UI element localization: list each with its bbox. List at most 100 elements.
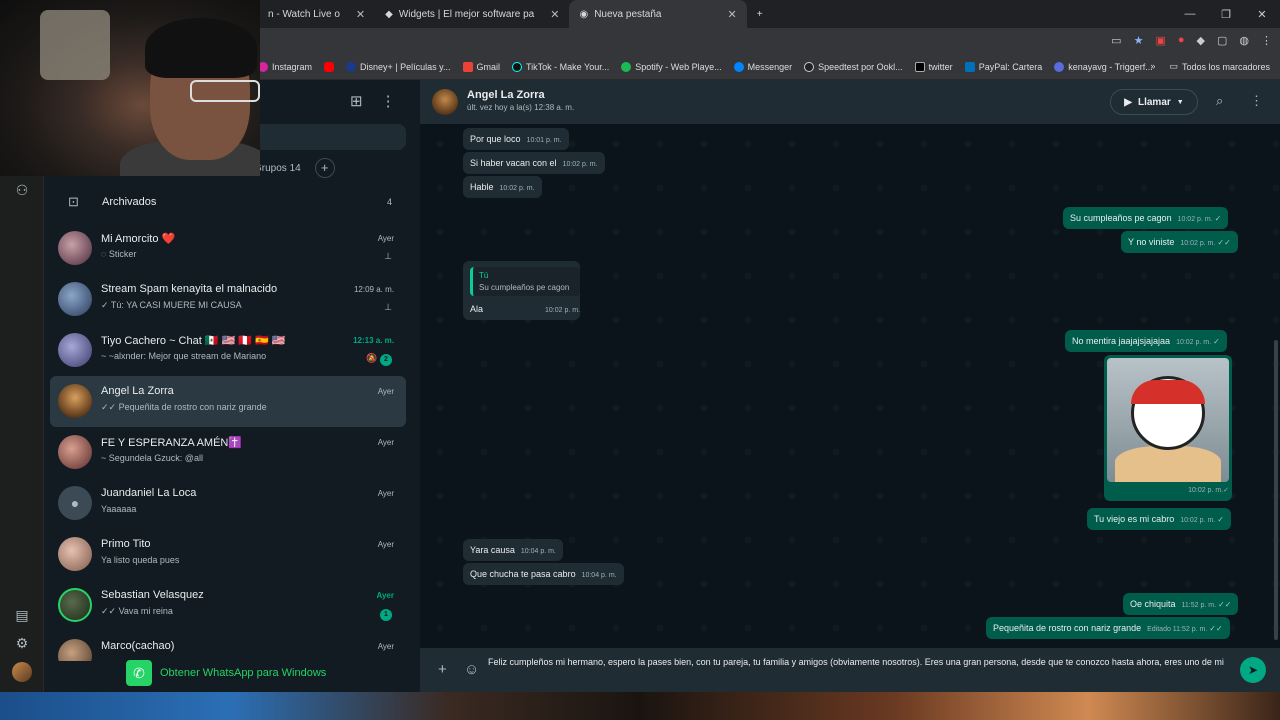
read-check-icon: ✓✓ — [1218, 600, 1232, 609]
message-time: 10:02 p. m. — [1177, 216, 1213, 223]
chip-groups[interactable]: Grupos 14 — [254, 163, 301, 174]
chat-name: FE Y ESPERANZA AMÉN✝️ — [101, 437, 243, 449]
chat-name: Marco(cachao) — [101, 640, 175, 652]
minimize-icon[interactable]: — — [1172, 8, 1208, 20]
menu-dots-icon[interactable]: ⋮ — [1250, 93, 1263, 109]
communities-icon[interactable]: ⚇ — [12, 180, 32, 200]
message-time: 10:02 p. m. — [1176, 339, 1212, 346]
sticker-message[interactable]: 10:02 p. m.✓ — [1104, 355, 1232, 501]
chat-preview: Yaaaaaa — [101, 504, 137, 514]
chat-list-item-active[interactable]: Angel La Zorra ✓✓ Pequeñita de rostro co… — [50, 376, 406, 427]
browser-tab[interactable]: n - Watch Live o ✕ — [258, 0, 375, 28]
message-composer: + ☺ Feliz cumpleños mi hermano, espero l… — [420, 648, 1280, 692]
emoji-icon[interactable]: ☺ — [464, 661, 479, 678]
message-input[interactable]: Feliz cumpleños mi hermano, espero la pa… — [488, 655, 1238, 670]
message-text: Pequeñita de rostro con nariz grande — [993, 623, 1142, 633]
message-time: Editado 11:52 p. m. — [1147, 626, 1208, 633]
avatar — [58, 282, 92, 316]
chat-name: Primo Tito — [101, 538, 151, 550]
message-text: Su cumpleaños pe cagon — [1070, 213, 1172, 223]
menu-dots-icon[interactable]: ⋮ — [1261, 34, 1272, 47]
bookmark-tiktok[interactable]: TikTok - Make Your... — [512, 61, 609, 72]
profile-icon[interactable]: ◍ — [1239, 34, 1249, 47]
message-incoming: Si haber vacan con el 10:02 p. m. — [463, 152, 605, 174]
bookmark-messenger[interactable]: Messenger — [733, 61, 792, 72]
browser-tab-active[interactable]: ◉ Nueva pestaña ✕ — [569, 0, 747, 28]
cast-icon[interactable]: ▭ — [1111, 34, 1121, 47]
quoted-message[interactable]: Tú Su cumpleaños pe cagon — [470, 267, 580, 296]
media-gallery-icon[interactable]: ▤ — [12, 605, 32, 625]
close-tab-icon[interactable]: ✕ — [727, 8, 736, 21]
bookmark-youtube[interactable] — [324, 61, 335, 72]
settings-gear-icon[interactable]: ⚙ — [12, 633, 32, 653]
chat-name: Stream Spam kenayita el malnacido — [101, 283, 278, 295]
star-icon[interactable]: ★ — [1134, 34, 1144, 47]
bookmark-twitter[interactable]: twitter — [914, 61, 953, 72]
message-incoming: Por que loco 10:01 p. m. — [463, 128, 569, 150]
bookmark-speedtest[interactable]: Speedtest por Ookl... — [804, 61, 903, 72]
pin-icon: ⊥ — [384, 302, 392, 312]
bookmark-kenayavg[interactable]: kenayavg - Triggerf... — [1054, 61, 1153, 72]
close-tab-icon[interactable]: ✕ — [356, 8, 365, 21]
chat-list-item[interactable]: Stream Spam kenayita el malnacido ✓ Tú: … — [50, 274, 406, 325]
attach-plus-icon[interactable]: + — [438, 661, 447, 678]
bookmark-instagram[interactable]: Instagram — [258, 61, 312, 72]
new-tab-button[interactable]: + — [747, 0, 773, 28]
chat-preview: ~ ~alxnder: Mejor que stream de Mariano — [101, 351, 267, 361]
chat-time: Ayer — [377, 387, 394, 396]
browser-tab[interactable]: ◆ Widgets | El mejor software pa ✕ — [375, 0, 569, 28]
menu-dots-icon[interactable]: ⋮ — [381, 92, 396, 110]
new-chat-icon[interactable]: ⊞ — [350, 92, 363, 110]
extension-icon[interactable]: ● — [1178, 34, 1185, 47]
gmail-icon — [462, 61, 473, 72]
bookmark-disney[interactable]: Disney+ | Películas y... — [346, 61, 451, 72]
sticker-helmet — [1131, 380, 1205, 404]
pin-icon: ⊥ — [384, 251, 392, 261]
chat-list-item[interactable]: Primo Tito Ya listo queda pues Ayer — [50, 529, 406, 580]
chat-name: Juandaniel La Loca — [101, 487, 197, 499]
archived-row[interactable]: ⊡ Archivados 4 — [44, 183, 420, 221]
puzzle-icon[interactable]: ▢ — [1217, 34, 1227, 47]
chat-list-item[interactable]: Tiyo Cachero ~ Chat 🇲🇽 🇺🇸 🇵🇪 🇪🇸 🇺🇸 ~ ~al… — [50, 325, 406, 376]
send-button[interactable]: ➤ — [1240, 657, 1266, 683]
chat-time: 12:09 a. m. — [353, 285, 394, 294]
conversation-scrollbar[interactable] — [1274, 340, 1278, 640]
chat-list-item[interactable]: FE Y ESPERANZA AMÉN✝️ ~ Segundela Gzuck:… — [50, 427, 406, 478]
tiktok-icon — [512, 61, 523, 72]
more-bookmarks-icon[interactable]: » — [1150, 61, 1155, 72]
add-filter-button[interactable]: + — [314, 158, 335, 178]
message-text: Y no viniste — [1128, 237, 1175, 247]
unread-badge: 1 — [380, 609, 392, 621]
search-input[interactable] — [256, 124, 406, 150]
message-text: Por que loco — [470, 134, 521, 144]
get-whatsapp-label: Obtener WhatsApp para Windows — [160, 667, 327, 679]
chat-list-item[interactable]: ● Juandaniel La Loca Yaaaaaa Ayer — [50, 478, 406, 529]
webcam-person-glasses — [190, 80, 260, 102]
message-time: 11:52 p. m. — [1181, 602, 1217, 609]
restore-icon[interactable]: ❐ — [1208, 8, 1244, 21]
message-incoming: Hable 10:02 p. m. — [463, 176, 542, 198]
avatar[interactable] — [432, 89, 458, 115]
avatar — [58, 588, 92, 622]
conversation-header[interactable]: Angel La Zorra últ. vez hoy a la(s) 12:3… — [420, 80, 1280, 124]
bookmark-paypal[interactable]: PayPal: Cartera — [964, 61, 1042, 72]
extension-icon[interactable]: ◆ — [1197, 34, 1205, 47]
extension-icon[interactable]: ▣ — [1155, 34, 1165, 47]
bookmark-spotify[interactable]: Spotify - Web Playe... — [621, 61, 722, 72]
profile-avatar[interactable] — [12, 662, 32, 682]
all-bookmarks[interactable]: ▭ Todos los marcadores — [1169, 61, 1270, 72]
get-whatsapp-windows-link[interactable]: ✆ Obtener WhatsApp para Windows — [126, 660, 326, 686]
desktop-wallpaper-strip — [0, 692, 1280, 720]
avatar — [58, 333, 92, 367]
close-tab-icon[interactable]: ✕ — [550, 8, 559, 21]
chat-list-item[interactable]: Sebastian Velasquez ✓✓ Vava mi reina Aye… — [50, 580, 406, 631]
chat-list-item[interactable]: Mi Amorcito ❤️ ◌ Sticker Ayer ⊥ — [50, 223, 406, 274]
chat-list-item[interactable]: Marco(cachao) Ayer — [50, 631, 406, 661]
search-icon[interactable]: ⌕ — [1216, 93, 1223, 109]
call-button[interactable]: ▶ Llamar ▼ — [1110, 89, 1198, 115]
close-window-icon[interactable]: ✕ — [1244, 8, 1280, 21]
chat-time: Ayer — [377, 642, 394, 651]
webcam-person-hair — [145, 18, 257, 78]
bookmark-gmail[interactable]: Gmail — [462, 61, 500, 72]
message-incoming: Que chucha te pasa cabro 10:04 p. m. — [463, 563, 624, 585]
